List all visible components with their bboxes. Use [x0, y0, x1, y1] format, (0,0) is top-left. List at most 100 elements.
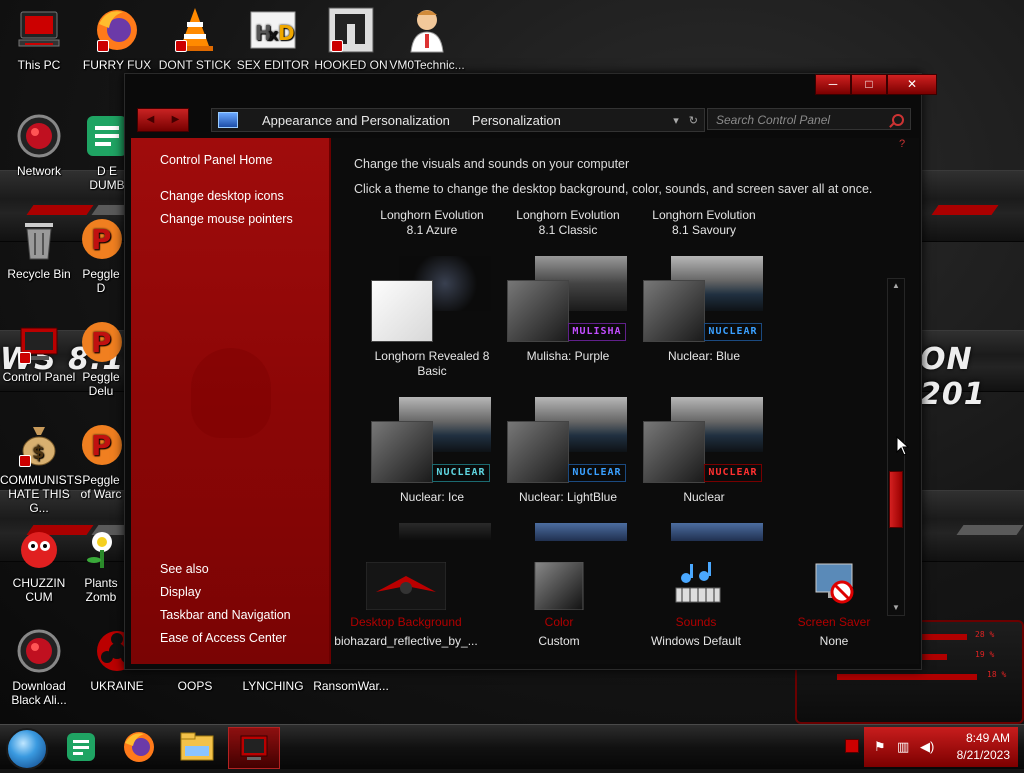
theme-caption[interactable]: Longhorn Evolution 8.1 Classic — [498, 208, 638, 238]
desktop-icon-label: DONT STICK — [158, 58, 232, 72]
desktop-icon-label: LYNCHING — [242, 679, 304, 693]
desktop-icon-label: Plants Zomb — [84, 576, 118, 604]
desktop-icon-label: COMMUNISTS HATE THIS G... — [0, 473, 82, 515]
desktop-icon-vm0technic[interactable]: VM0Technic... — [388, 6, 466, 72]
svg-text:P: P — [91, 429, 112, 462]
setting-value: biohazard_reflective_by_... — [334, 634, 478, 648]
money-bag-icon: $ — [15, 421, 63, 469]
sounds-setting[interactable]: Sounds Windows Default — [621, 562, 771, 648]
color-setting[interactable]: Color Custom — [484, 561, 634, 648]
taskbar-firefox[interactable] — [114, 727, 164, 767]
desktop-icon-peggle-deluxe[interactable]: P Peggle Delu — [78, 318, 124, 398]
screen-saver-setting[interactable]: Screen Saver None — [759, 562, 909, 648]
taskbar-clock[interactable]: 8:49 AM 8/21/2023 — [957, 730, 1010, 764]
doctor-icon — [403, 6, 451, 54]
breadcrumb-personalization[interactable]: Personalization — [472, 113, 561, 128]
desktop-icon-control-panel[interactable]: Control Panel — [0, 318, 78, 384]
theme-caption-line: 8.1 Azure — [406, 223, 458, 237]
theme-wallpaper-thumb[interactable] — [671, 523, 763, 541]
theme-caption-line: 8.1 Savoury — [671, 223, 737, 237]
page-title: Change the visuals and sounds on your co… — [354, 157, 630, 171]
plants-icon — [78, 524, 124, 572]
desktop-icon-peggle-d[interactable]: P Peggle D — [78, 215, 124, 295]
hud-number: 18 % — [987, 670, 1007, 679]
taskbar-file-explorer[interactable] — [172, 727, 222, 767]
change-mouse-pointers-link[interactable]: Change mouse pointers — [160, 212, 293, 226]
desktop-icon-recycle-bin[interactable]: Recycle Bin — [0, 215, 78, 281]
theme-badge: MULISHA — [568, 323, 626, 341]
taskbar-navigation-link[interactable]: Taskbar and Navigation — [160, 608, 291, 622]
address-bar[interactable]: Appearance and Personalization Personali… — [211, 108, 705, 132]
theme-color-swatch — [371, 421, 433, 483]
scrollbar-thumb[interactable] — [889, 471, 903, 528]
desktop-icon-label: OOPS — [177, 679, 213, 693]
action-center-flag-icon[interactable]: ⚑ — [874, 739, 886, 755]
system-tray: ⚑ ▥ ◀) 8:49 AM 8/21/2023 — [864, 727, 1018, 767]
desktop-icon-plants-zombies[interactable]: Plants Zomb — [78, 524, 124, 604]
theme-mulisha-purple[interactable]: MULISHA Mulisha: Purple — [498, 256, 638, 376]
theme-name-line: Basic — [417, 364, 447, 378]
desktop-icon-label: Peggle Delu — [82, 370, 120, 398]
desktop-icon-dont-stick[interactable]: DONT STICK — [156, 6, 234, 72]
close-button[interactable]: ✕ — [887, 74, 937, 95]
show-hidden-icons-icon[interactable] — [845, 739, 859, 753]
desktop-icon-network[interactable]: Network — [0, 112, 78, 178]
firefox-icon — [93, 6, 141, 54]
shortcut-arrow-icon — [175, 40, 187, 52]
shortcut-arrow-icon — [19, 352, 31, 364]
desktop-icon-label: VM0Technic... — [389, 58, 465, 72]
start-button[interactable] — [6, 728, 48, 770]
theme-wallpaper-thumb[interactable] — [399, 523, 491, 541]
wallpaper-stripe — [931, 205, 999, 215]
setting-label: Color — [544, 615, 574, 629]
wallpaper-stripe — [26, 205, 94, 215]
taskbar-control-panel[interactable] — [228, 727, 280, 769]
control-panel-icon — [218, 112, 238, 128]
desktop-icon-download-black-ali[interactable]: Download Black Ali... — [0, 627, 78, 707]
display-link[interactable]: Display — [160, 585, 201, 599]
minimize-button[interactable]: ─ — [815, 74, 851, 95]
search-icon[interactable] — [892, 114, 904, 126]
refresh-icon[interactable]: ↻ — [689, 114, 698, 127]
desktop-icon-chuzzin-cum[interactable]: CHUZZIN CUM — [0, 524, 78, 604]
desktop-icon-this-pc[interactable]: This PC — [0, 6, 78, 72]
hud-number: 19 % — [975, 650, 995, 659]
search-input[interactable]: Search Control Panel — [707, 108, 911, 130]
taskbar-chat-app[interactable] — [56, 727, 106, 767]
peggle-icon: P — [78, 318, 124, 366]
volume-icon[interactable]: ◀) — [920, 739, 934, 755]
theme-name-line: Longhorn Revealed 8 — [374, 349, 490, 363]
theme-wallpaper-thumb[interactable] — [535, 523, 627, 541]
personalization-window: ─ □ ✕ ◀ ▶ Appearance and Personalization… — [124, 73, 937, 670]
desktop-icon-peggle-warcraft[interactable]: P Peggle of Warc — [78, 421, 124, 501]
network-tray-icon[interactable]: ▥ — [897, 739, 909, 755]
change-desktop-icons-link[interactable]: Change desktop icons — [160, 189, 284, 203]
chevron-down-icon[interactable]: ▾ — [673, 114, 679, 127]
setting-value: Windows Default — [650, 634, 742, 648]
desktop-icon-furry-fux[interactable]: FURRY FUX — [78, 6, 156, 72]
control-panel-home-link[interactable]: Control Panel Home — [160, 153, 273, 167]
desktop-icon-hooked-on[interactable]: HOOKED ON — [312, 6, 390, 72]
theme-nuclear-lightblue[interactable]: NUCLEAR Nuclear: LightBlue — [498, 397, 638, 507]
maximize-button[interactable]: □ — [851, 74, 887, 95]
scroll-up-arrow-icon[interactable]: ▲ — [888, 279, 904, 293]
desktop-icon-communists[interactable]: $ COMMUNISTS HATE THIS G... — [0, 421, 82, 515]
breadcrumb-appearance[interactable]: Appearance and Personalization — [262, 113, 450, 128]
theme-caption[interactable]: Longhorn Evolution 8.1 Azure — [362, 208, 502, 238]
theme-longhorn-revealed[interactable]: Longhorn Revealed 8 Basic — [362, 256, 502, 378]
back-arrow-icon[interactable]: ◀ — [138, 109, 163, 131]
theme-color-swatch — [507, 421, 569, 483]
theme-nuclear-blue[interactable]: NUCLEAR Nuclear: Blue — [634, 256, 774, 376]
ease-of-access-link[interactable]: Ease of Access Center — [160, 631, 286, 645]
forward-arrow-icon[interactable]: ▶ — [163, 109, 188, 131]
theme-nuclear-ice[interactable]: NUCLEAR Nuclear: Ice — [362, 397, 502, 507]
desktop-background-setting[interactable]: Desktop Background biohazard_reflective_… — [331, 561, 481, 648]
setting-label: Desktop Background — [350, 615, 462, 629]
wallpaper-text-right: ON 201 — [920, 342, 986, 412]
theme-nuclear[interactable]: NUCLEAR Nuclear — [634, 397, 774, 507]
theme-caption[interactable]: Longhorn Evolution 8.1 Savoury — [634, 208, 774, 238]
help-icon[interactable]: ? — [899, 138, 909, 150]
desktop-icon-sex-editor[interactable]: HxD SEX EDITOR — [234, 6, 312, 72]
peggle-icon: P — [78, 215, 124, 263]
hxd-editor-icon: HxD — [249, 6, 297, 54]
